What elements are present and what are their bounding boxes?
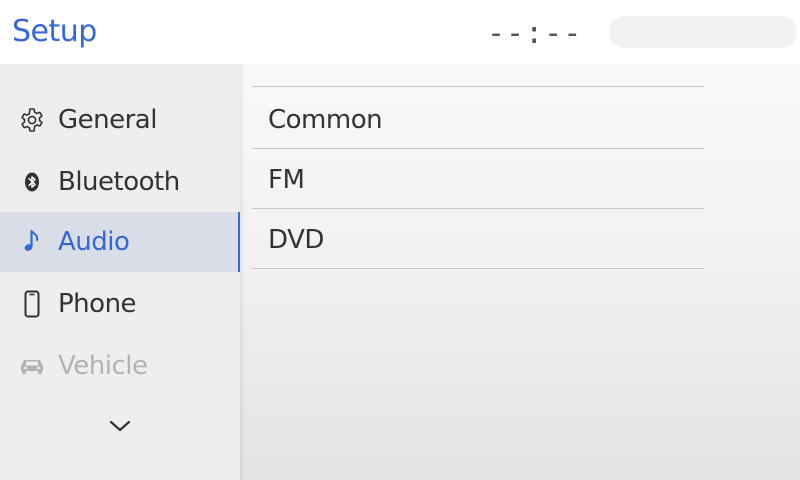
sidebar-item-vehicle[interactable]: Vehicle <box>0 336 240 396</box>
sidebar-item-phone[interactable]: Phone <box>0 274 240 334</box>
list-item-label: FM <box>268 165 305 195</box>
sidebar-item-label: General <box>58 105 157 135</box>
clock-display: --:-- <box>487 16 583 51</box>
list-item-label: DVD <box>268 225 324 255</box>
setup-screen: Setup --:-- General Bluetooth Audio Phon… <box>0 0 800 480</box>
header-bar: Setup --:-- <box>0 0 800 64</box>
gear-icon <box>21 108 43 132</box>
sidebar-item-general[interactable]: General <box>0 90 240 150</box>
phone-icon <box>24 290 40 318</box>
page-title: Setup <box>12 14 97 49</box>
list-item-common[interactable]: Common <box>252 89 704 149</box>
list-item-label: Common <box>268 105 383 135</box>
car-icon <box>21 360 43 374</box>
status-indicator <box>609 16 797 48</box>
list-item-fm[interactable]: FM <box>252 149 704 209</box>
list-divider <box>252 86 704 87</box>
chevron-down-icon[interactable] <box>104 410 136 442</box>
bluetooth-icon <box>25 172 39 192</box>
music-note-icon <box>24 230 39 251</box>
sidebar-item-label: Vehicle <box>58 351 148 381</box>
list-item-dvd[interactable]: DVD <box>252 209 704 269</box>
sidebar-item-label: Audio <box>58 227 130 257</box>
sidebar-item-audio[interactable]: Audio <box>0 212 240 272</box>
sidebar-shadow <box>240 64 246 480</box>
sidebar-item-label: Bluetooth <box>58 167 180 197</box>
sidebar-item-bluetooth[interactable]: Bluetooth <box>0 152 240 212</box>
sidebar-item-label: Phone <box>58 289 137 319</box>
